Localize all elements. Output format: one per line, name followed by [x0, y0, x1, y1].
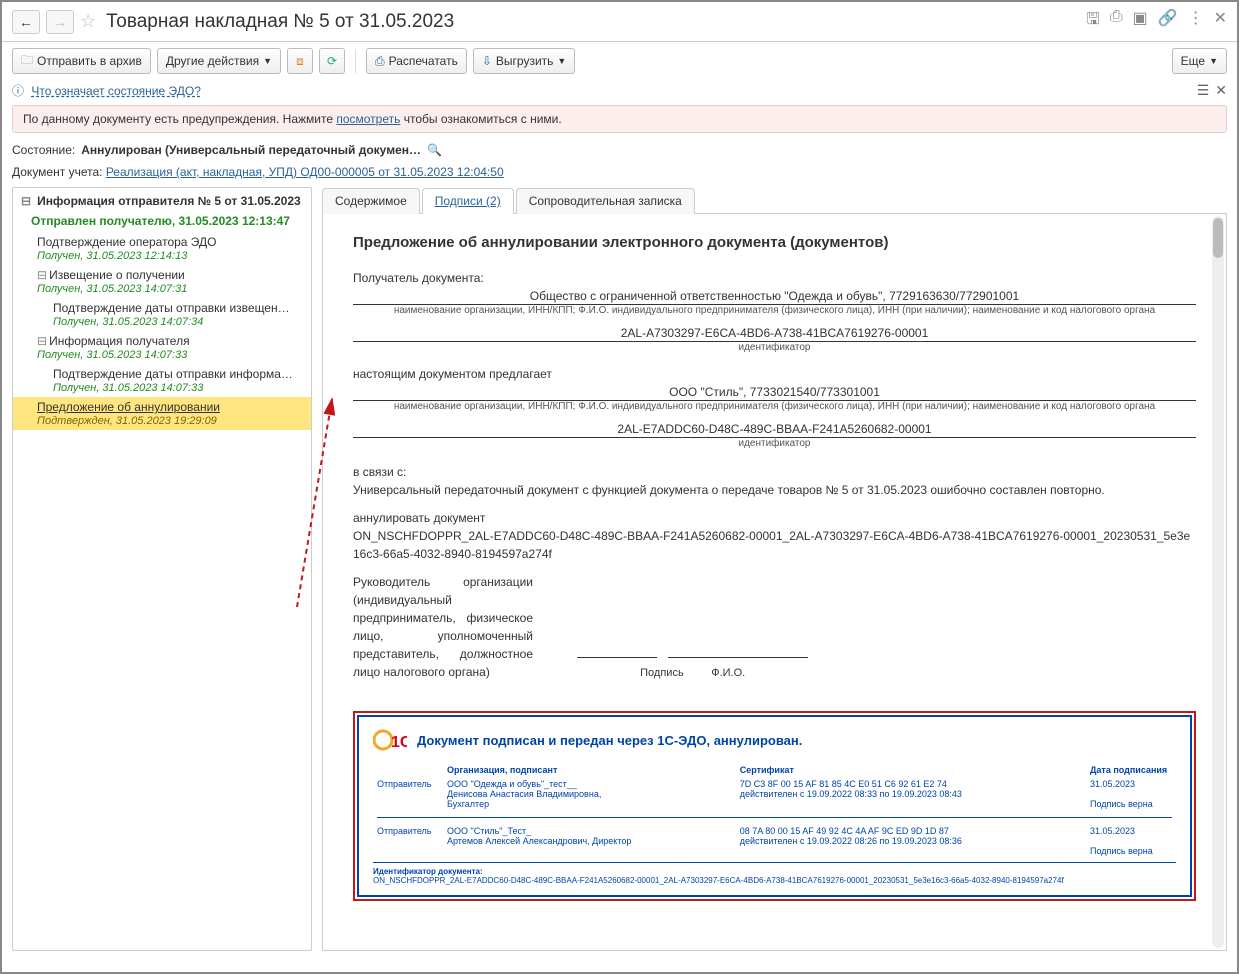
nav-back-button[interactable]: ←	[12, 10, 40, 34]
tree-item[interactable]: ⊟Информация получателя	[13, 331, 311, 349]
more-button[interactable]: Еще ▼	[1172, 48, 1227, 74]
print-icon[interactable]: ⎙	[1110, 8, 1123, 35]
state-label: Состояние:	[12, 143, 75, 157]
reason-label: в связи с:	[353, 463, 1196, 481]
printer-icon: ⎙	[375, 54, 385, 69]
tree-item[interactable]: Подтверждение даты отправки извещен…	[13, 298, 311, 316]
signature-row: ОтправительООО "Одежда и обувь"_тест__ Д…	[373, 777, 1176, 811]
close-panel-icon[interactable]: ✕	[1215, 82, 1227, 99]
refresh-icon: ⟳	[327, 54, 337, 68]
export-button[interactable]: ⇩ Выгрузить ▼	[473, 48, 575, 74]
recipient-caption: наименование организации, ИНН/КПП; Ф.И.О…	[353, 305, 1196, 316]
tree-item[interactable]: Подтверждение даты отправки информа…	[13, 364, 311, 382]
tree-item-status: Получен, 31.05.2023 12:14:13	[13, 250, 311, 265]
tree-item-status: Получен, 31.05.2023 14:07:33	[13, 349, 311, 364]
export-icon: ⇩	[482, 54, 492, 68]
archive-button[interactable]: 🗀 Отправить в архив	[12, 48, 151, 74]
signature-row: ОтправительООО "Стиль"_Тест_ Артемов Але…	[373, 824, 1176, 858]
collapse-icon[interactable]: ⊟	[37, 268, 47, 282]
scrollbar[interactable]	[1212, 216, 1224, 948]
recipient-name: Общество с ограниченной ответственностью…	[353, 289, 1196, 305]
link-icon[interactable]: 🔗	[1158, 8, 1178, 35]
kebab-icon[interactable]: ⋮	[1188, 8, 1204, 35]
collapse-icon[interactable]: ⊟	[21, 194, 31, 208]
logo-1c-icon: 1C	[373, 727, 407, 753]
close-window-button[interactable]: ✕	[1214, 8, 1227, 35]
nav-forward-button[interactable]: →	[46, 10, 74, 34]
accounting-doc-link[interactable]: Реализация (акт, накладная, УПД) ОД00-00…	[106, 165, 504, 179]
window-title: Товарная накладная № 5 от 31.05.2023	[106, 11, 454, 33]
favorite-star-icon[interactable]: ☆	[80, 11, 96, 32]
collapse-icon[interactable]: ⊟	[37, 334, 47, 348]
accounting-doc-label: Документ учета:	[12, 165, 102, 179]
sender-caption: наименование организации, ИНН/КПП; Ф.И.О…	[353, 401, 1196, 412]
tab-signatures[interactable]: Подписи (2)	[422, 188, 514, 214]
sender-name: ООО "Стиль", 7733021540/773301001	[353, 385, 1196, 401]
hierarchy-button[interactable]: ⧈	[287, 48, 313, 74]
tab-note[interactable]: Сопроводительная записка	[516, 188, 695, 214]
archive-icon: 🗀	[21, 51, 33, 72]
chevron-down-icon: ▼	[557, 56, 566, 66]
hierarchy-icon: ⧈	[296, 54, 304, 69]
tree-panel: ⊟ Информация отправителя № 5 от 31.05.20…	[12, 187, 312, 951]
signature-highlight-box: 1C Документ подписан и передан через 1С-…	[353, 711, 1196, 901]
document-body: Предложение об аннулировании электронног…	[322, 214, 1227, 951]
tree-item[interactable]: Подтверждение оператора ЭДО	[13, 232, 311, 250]
sender-id-caption: идентификатор	[353, 438, 1196, 449]
tree-sent-status: Отправлен получателю, 31.05.2023 12:13:4…	[13, 212, 311, 232]
tree-item[interactable]: Предложение об аннулировании	[13, 397, 311, 415]
preview-icon[interactable]: ▣	[1133, 8, 1148, 35]
tree-item-status: Получен, 31.05.2023 14:07:33	[13, 382, 311, 397]
chevron-down-icon: ▼	[263, 56, 272, 66]
sender-id: 2AL-E7ADDC60-D48C-489C-BBAA-F241A5260682…	[353, 422, 1196, 438]
recipient-id-caption: идентификатор	[353, 342, 1196, 353]
tree-item-status: Подтвержден, 31.05.2023 19:29:09	[13, 415, 311, 430]
state-value: Аннулирован (Универсальный передаточный …	[81, 143, 421, 157]
tree-item-status: Получен, 31.05.2023 14:07:34	[13, 316, 311, 331]
annul-file: ON_NSCHFDOPPR_2AL-E7ADDC60-D48C-489C-BBA…	[353, 527, 1196, 563]
warning-view-link[interactable]: посмотреть	[336, 112, 400, 126]
tree-item-status: Получен, 31.05.2023 14:07:31	[13, 283, 311, 298]
edo-state-help-link[interactable]: Что означает состояние ЭДО?	[31, 84, 201, 98]
recipient-id: 2AL-A7303297-E6CA-4BD6-A738-41BCA7619276…	[353, 326, 1196, 342]
save-icon[interactable]: 🖫	[1086, 8, 1100, 35]
doc-title: Предложение об аннулировании электронног…	[353, 234, 1196, 251]
tab-content[interactable]: Содержимое	[322, 188, 420, 214]
warning-bar: По данному документу есть предупреждения…	[12, 105, 1227, 133]
tree-item[interactable]: ⊟Извещение о получении	[13, 265, 311, 283]
chevron-down-icon: ▼	[1209, 56, 1218, 66]
info-icon: ⓘ	[12, 84, 24, 98]
list-icon[interactable]: ☰	[1197, 82, 1210, 99]
other-actions-button[interactable]: Другие действия ▼	[157, 48, 281, 74]
svg-text:1C: 1C	[391, 734, 407, 751]
refresh-button[interactable]: ⟳	[319, 48, 345, 74]
tree-header[interactable]: ⊟ Информация отправителя № 5 от 31.05.20…	[13, 190, 311, 212]
annul-label: аннулировать документ	[353, 509, 1196, 527]
proposes-text: настоящим документом предлагает	[353, 367, 1196, 381]
reason-text: Универсальный передаточный документ с фу…	[353, 481, 1196, 499]
director-block: Руководитель организации (индивидуальный…	[353, 573, 533, 681]
signature-stamp: 1C Документ подписан и передан через 1С-…	[357, 715, 1192, 897]
print-button[interactable]: ⎙ Распечатать	[366, 48, 467, 74]
magnifier-icon[interactable]: 🔍	[427, 143, 442, 157]
recipient-label: Получатель документа:	[353, 271, 1196, 285]
